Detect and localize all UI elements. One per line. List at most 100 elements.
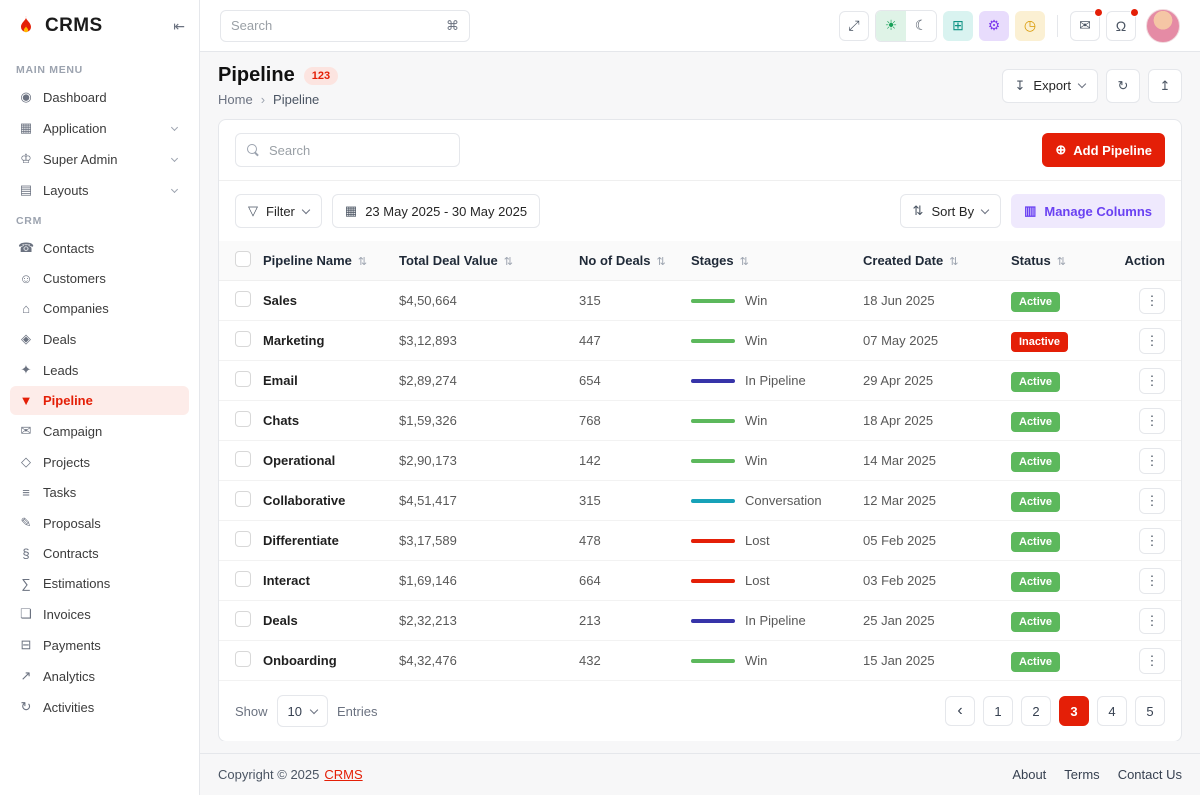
sidebar-item[interactable]: ▤ Layouts [10, 175, 189, 205]
row-actions-button[interactable] [1139, 327, 1165, 354]
page-number-button[interactable]: 1 [983, 696, 1013, 726]
sidebar-item[interactable]: ♔ Super Admin [10, 144, 189, 174]
sidebar-item[interactable]: ⊟ Payments [10, 630, 189, 660]
row-checkbox[interactable] [235, 611, 251, 627]
pipeline-name: Collaborative [263, 493, 346, 508]
page-number-button[interactable]: 4 [1097, 696, 1127, 726]
created-date: 05 Feb 2025 [863, 533, 937, 548]
sort-by-button[interactable]: ⇅ Sort By [899, 194, 1002, 228]
page-number-button[interactable]: 5 [1135, 696, 1165, 726]
entries-select[interactable]: 10 [276, 695, 328, 727]
sidebar-item[interactable]: ≡ Tasks [10, 478, 189, 507]
sidebar-item[interactable]: ↻ Activities [10, 692, 189, 722]
sidebar-item[interactable]: ▼ Pipeline [10, 386, 189, 415]
breadcrumb-home[interactable]: Home [218, 92, 253, 107]
table-search-input[interactable] [269, 142, 448, 158]
sidebar-item[interactable]: ∑ Estimations [10, 569, 189, 598]
message-icon: ✉ [1079, 17, 1091, 33]
fullscreen-button[interactable]: ⤢ [839, 10, 869, 41]
sidebar-item[interactable]: ⌂ Companies [10, 294, 189, 323]
light-mode-button[interactable]: ☀ [876, 10, 906, 41]
created-date: 18 Jun 2025 [863, 293, 935, 308]
manage-columns-button[interactable]: ▥ Manage Columns [1011, 194, 1165, 228]
global-search-input[interactable] [231, 18, 438, 33]
history-button[interactable]: ◷ [1015, 10, 1045, 41]
companies-icon: ⌂ [22, 301, 30, 316]
collapse-card-button[interactable]: ↥ [1148, 68, 1182, 103]
sort-icon[interactable] [949, 253, 958, 268]
row-checkbox[interactable] [235, 331, 251, 347]
sidebar-item[interactable]: ✉ Campaign [10, 416, 189, 446]
sort-icon[interactable] [504, 253, 513, 268]
sidebar-item-label: Tasks [43, 485, 77, 500]
messages-button[interactable]: ✉ [1070, 7, 1103, 41]
stage-bar [691, 418, 735, 423]
row-actions-button[interactable] [1139, 527, 1165, 554]
add-pipeline-button[interactable]: ⊕ Add Pipeline [1042, 133, 1165, 167]
footer-links: About Terms Contact Us [1012, 767, 1182, 782]
sidebar-item[interactable]: ↗ Analytics [10, 661, 189, 691]
payments-icon: ⊟ [20, 637, 32, 652]
sidebar-item[interactable]: ✦ Leads [10, 355, 189, 385]
status-badge: Active [1011, 612, 1061, 632]
page-title: Pipeline [218, 64, 295, 86]
stage-bar [691, 498, 735, 503]
settings-button[interactable]: ⚙ [979, 10, 1009, 41]
footer-link[interactable]: About [1012, 767, 1046, 782]
sidebar-item[interactable]: ▦ Application [10, 113, 189, 143]
notifications-button[interactable]: Ω [1106, 7, 1139, 41]
footer-link[interactable]: Terms [1064, 767, 1099, 782]
deals-icon: ◈ [21, 331, 31, 346]
footer-link[interactable]: Contact Us [1118, 767, 1182, 782]
menu-section-label: MAIN MENU [16, 64, 83, 76]
row-actions-button[interactable] [1139, 287, 1165, 314]
export-button[interactable]: ↧ Export [1001, 68, 1098, 103]
no-of-deals: 654 [579, 373, 601, 388]
sidebar-item[interactable]: ☎ Contacts [10, 233, 189, 263]
row-actions-button[interactable] [1139, 567, 1165, 594]
sidebar-item[interactable]: ◇ Projects [10, 447, 189, 477]
row-actions-button[interactable] [1139, 367, 1165, 394]
sidebar-item-label: Projects [43, 454, 90, 470]
no-of-deals: 768 [579, 413, 601, 428]
sidebar-item[interactable]: ◈ Deals [10, 324, 189, 354]
row-actions-button[interactable] [1139, 447, 1165, 474]
sort-icon[interactable] [1057, 253, 1066, 268]
row-checkbox[interactable] [235, 371, 251, 387]
sort-icon[interactable] [740, 253, 749, 268]
row-checkbox[interactable] [235, 491, 251, 507]
row-checkbox[interactable] [235, 451, 251, 467]
sort-icon[interactable] [657, 253, 666, 268]
sidebar-item[interactable]: ◉ Dashboard [10, 82, 189, 112]
breadcrumb-separator-icon [261, 92, 265, 107]
row-checkbox[interactable] [235, 571, 251, 587]
avatar[interactable] [1146, 8, 1180, 43]
row-actions-button[interactable] [1139, 487, 1165, 514]
row-checkbox[interactable] [235, 651, 251, 667]
row-actions-button[interactable] [1139, 607, 1165, 634]
row-actions-button[interactable] [1139, 407, 1165, 434]
page-number-button[interactable]: 3 [1059, 696, 1089, 726]
sort-icon[interactable] [358, 253, 367, 268]
refresh-button[interactable]: ↻ [1106, 68, 1140, 103]
apps-grid-button[interactable]: ⊞ [943, 10, 973, 41]
collapse-up-icon: ↥ [1159, 77, 1171, 93]
row-checkbox[interactable] [235, 531, 251, 547]
sidebar-item[interactable]: § Contracts [10, 539, 189, 568]
page-number-button[interactable]: 2 [1021, 696, 1051, 726]
row-actions-button[interactable] [1139, 647, 1165, 674]
table-row: Email $2,89,274 654 In Pipeline 29 Apr 2… [219, 361, 1181, 401]
filter-button[interactable]: ▽ Filter [235, 194, 322, 228]
row-checkbox[interactable] [235, 291, 251, 307]
date-range-button[interactable]: ▦ 23 May 2025 - 30 May 2025 [331, 194, 541, 228]
sidebar-item[interactable]: ✎ Proposals [10, 508, 189, 538]
brand-link[interactable]: CRMS [324, 767, 362, 782]
sidebar-collapse-button[interactable]: ⇤ [173, 18, 185, 35]
row-checkbox[interactable] [235, 411, 251, 427]
sidebar-item-label: Contacts [43, 240, 95, 256]
prev-page-button[interactable] [945, 696, 975, 726]
sidebar-item[interactable]: ☺ Customers [10, 264, 189, 293]
dark-mode-button[interactable]: ☾ [906, 10, 936, 41]
sidebar-item[interactable]: ❏ Invoices [10, 599, 189, 629]
select-all-checkbox[interactable] [235, 251, 251, 267]
